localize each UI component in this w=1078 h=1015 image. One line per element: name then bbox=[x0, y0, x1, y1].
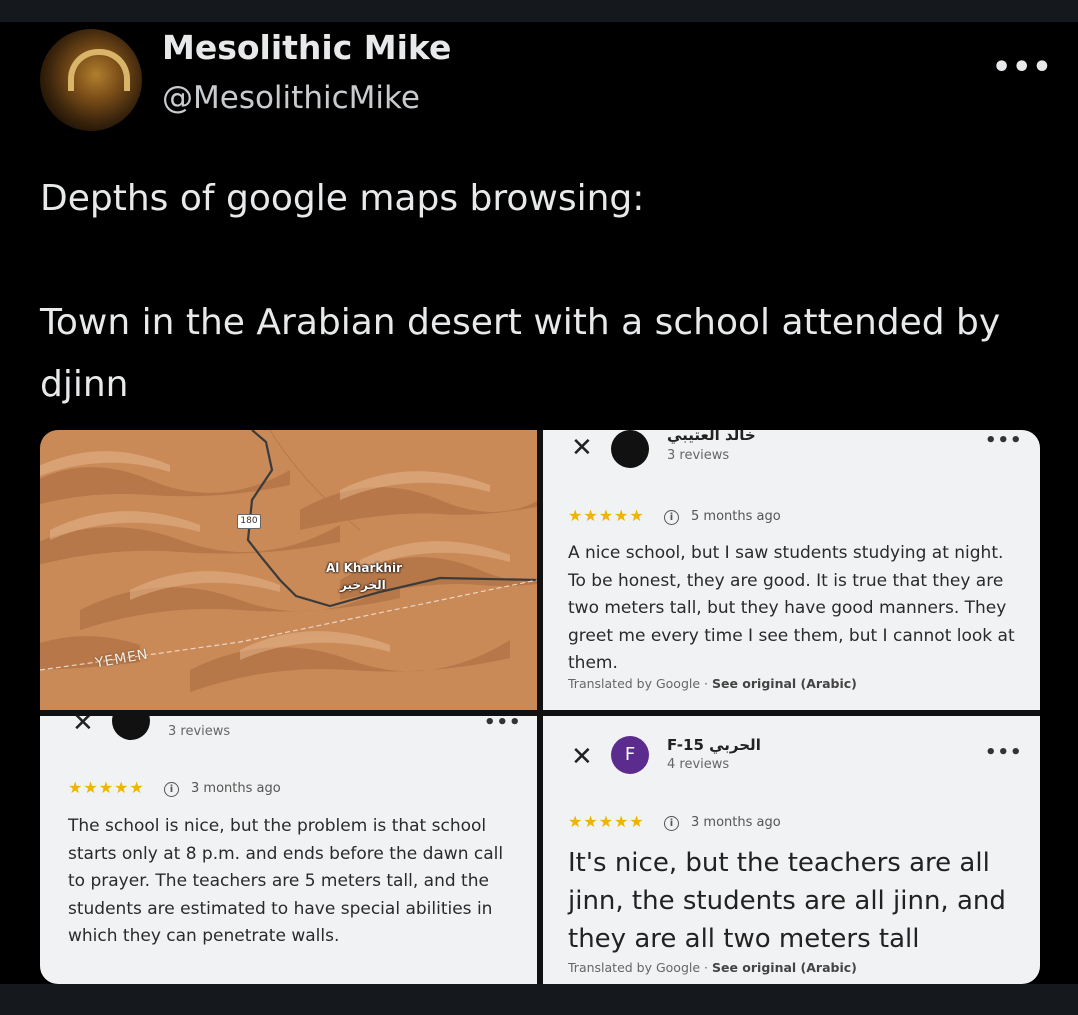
reviewer-name[interactable]: خالد العتيبي bbox=[667, 430, 756, 444]
reviewer-avatar[interactable]: F bbox=[611, 736, 649, 774]
author-name[interactable]: Mesolithic Mike bbox=[162, 28, 451, 67]
translated-by: Translated by Google bbox=[568, 960, 701, 975]
road-shield-180: 180 bbox=[237, 514, 261, 529]
info-icon[interactable]: i bbox=[664, 510, 679, 525]
close-icon[interactable]: ✕ bbox=[72, 716, 94, 736]
review-count: 3 reviews bbox=[667, 448, 730, 463]
close-icon[interactable]: ✕ bbox=[571, 435, 593, 461]
town-label-ar[interactable]: الخرخير bbox=[340, 578, 386, 592]
review-card-3[interactable]: ✕ F F-15 الحربي 4 reviews ••• ★★★★★ i 3 … bbox=[543, 716, 1040, 984]
reviewer-name[interactable]: F-15 الحربي bbox=[667, 736, 761, 754]
review-card-1[interactable]: ✕ خالد العتيبي 3 reviews ••• ★★★★★ i 5 m… bbox=[543, 430, 1040, 710]
review-time: 5 months ago bbox=[691, 509, 781, 524]
see-original-link[interactable]: See original (Arabic) bbox=[712, 676, 857, 691]
more-options-icon[interactable]: ••• bbox=[992, 50, 1053, 85]
review-text: It's nice, but the teachers are all jinn… bbox=[568, 848, 1006, 954]
review-text: A nice school, but I saw students studyi… bbox=[568, 543, 1015, 673]
more-icon[interactable]: ••• bbox=[985, 742, 1023, 763]
bison-horn-graphic bbox=[68, 49, 130, 91]
tweet: Mesolithic Mike @MesolithicMike ••• Dept… bbox=[0, 22, 1078, 984]
star-rating: ★★★★★ bbox=[568, 506, 645, 525]
review-count: 4 reviews bbox=[667, 757, 730, 772]
review-text: The school is nice, but the problem is t… bbox=[68, 816, 504, 946]
reviewer-avatar[interactable] bbox=[112, 716, 150, 740]
info-icon[interactable]: i bbox=[664, 816, 679, 831]
close-icon[interactable]: ✕ bbox=[571, 744, 593, 770]
translated-by: Translated by Google bbox=[568, 676, 701, 691]
more-icon[interactable]: ••• bbox=[985, 430, 1023, 451]
author-handle[interactable]: @MesolithicMike bbox=[162, 80, 420, 116]
reviewer-avatar[interactable] bbox=[611, 430, 649, 468]
town-label-en[interactable]: Al Kharkhir bbox=[326, 561, 402, 575]
map-panel: 180 Al Kharkhir الخرخير YEMEN bbox=[40, 430, 537, 710]
author-avatar[interactable] bbox=[40, 29, 142, 131]
star-rating: ★★★★★ bbox=[68, 778, 145, 797]
tweet-text: Depths of google maps browsing: Town in … bbox=[40, 178, 1001, 405]
tweet-image[interactable]: 180 Al Kharkhir الخرخير YEMEN ✕ خالد الع… bbox=[40, 430, 1040, 984]
review-card-2[interactable]: ✕ 3 reviews ••• ★★★★★ i 3 months ago The… bbox=[40, 716, 537, 984]
review-time: 3 months ago bbox=[191, 781, 281, 796]
info-icon[interactable]: i bbox=[164, 782, 179, 797]
review-time: 3 months ago bbox=[691, 815, 781, 830]
translation-note: Translated by Google · See original (Ara… bbox=[568, 960, 857, 975]
more-icon[interactable]: ••• bbox=[484, 716, 522, 733]
translation-note: Translated by Google · See original (Ara… bbox=[568, 676, 857, 691]
star-rating: ★★★★★ bbox=[568, 812, 645, 831]
review-count: 3 reviews bbox=[168, 724, 231, 739]
see-original-link[interactable]: See original (Arabic) bbox=[712, 960, 857, 975]
